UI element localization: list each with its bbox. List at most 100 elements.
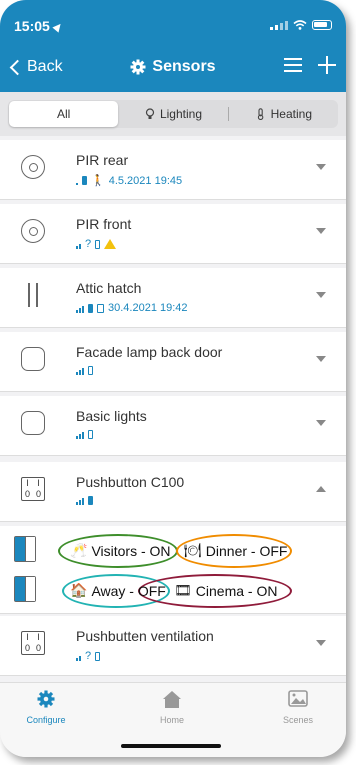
- switch-module-icon: [21, 347, 45, 371]
- sensor-row-pir-rear[interactable]: PIR rear 🚶 4.5.2021 19:45: [0, 140, 346, 200]
- status-icons: [270, 20, 332, 30]
- chevron-down-icon[interactable]: [316, 164, 326, 170]
- filter-bar: All Lighting Heating: [0, 92, 346, 136]
- segment-all-label: All: [56, 107, 71, 121]
- action-away[interactable]: 🏠 Away - OFF: [70, 582, 166, 599]
- add-icon[interactable]: [318, 56, 336, 74]
- switch-module-icon: [21, 411, 45, 435]
- gear-icon: [37, 690, 55, 708]
- menu-icon[interactable]: [284, 58, 302, 72]
- phone-screen: 15:05 Back Sensors All Lighting Heating …: [0, 0, 346, 757]
- battery-icon: [88, 496, 93, 505]
- signal-icon: [76, 366, 84, 375]
- battery-icon: [82, 176, 87, 185]
- pushbutton-icon: II 00: [21, 477, 45, 501]
- tab-scenes[interactable]: Scenes: [258, 689, 338, 725]
- sensor-name: Attic hatch: [76, 280, 142, 296]
- last-activity: 30.4.2021 19:42: [108, 302, 188, 314]
- person-icon: 🚶: [91, 175, 105, 187]
- header-actions: [284, 56, 336, 74]
- action-row-top: 🥂 Visitors - ON 🍽 Dinner - OFF: [0, 528, 346, 568]
- signal-icon: [76, 652, 81, 661]
- sensor-row-pushbutten-ventilation[interactable]: II 00 Pushbutten ventilation ?: [0, 616, 346, 676]
- sensor-name: PIR rear: [76, 152, 129, 168]
- home-indicator: [121, 744, 221, 748]
- tab-label: Home: [159, 715, 184, 725]
- battery-unknown-icon: [95, 651, 101, 661]
- sensor-row-facade-lamp[interactable]: Facade lamp back door: [0, 332, 346, 392]
- segment-heating-label: Heating: [270, 107, 312, 121]
- sensor-name: PIR front: [76, 216, 132, 232]
- chevron-down-icon[interactable]: [316, 292, 326, 298]
- battery-icon: [88, 303, 93, 313]
- action-label: Dinner - OFF: [205, 542, 288, 559]
- action-label: Visitors - ON: [91, 542, 171, 559]
- sensor-meta: [76, 366, 93, 375]
- pushbutton-actions: 🥂 Visitors - ON 🍽 Dinner - OFF 🏠 Away - …: [0, 526, 346, 614]
- action-dinner[interactable]: 🍽 Dinner - OFF: [184, 542, 287, 559]
- battery-unknown-icon: [95, 239, 101, 249]
- segment-heating[interactable]: Heating: [229, 101, 338, 127]
- pushbutton-icon: II 00: [21, 631, 45, 655]
- clock: 15:05: [14, 18, 50, 34]
- chevron-down-icon[interactable]: [316, 356, 326, 362]
- segmented-control: All Lighting Heating: [8, 100, 338, 128]
- tab-configure[interactable]: Configure: [6, 689, 86, 725]
- tab-home[interactable]: Home: [132, 689, 212, 725]
- action-cinema[interactable]: 🎞 Cinema - ON: [174, 582, 277, 599]
- home-icon: [163, 691, 181, 708]
- battery-unknown-icon: [88, 430, 93, 439]
- house-icon: 🏠: [70, 582, 88, 598]
- signal-icon: [76, 496, 84, 505]
- wifi-icon: [293, 20, 307, 30]
- segment-all[interactable]: All: [9, 101, 119, 127]
- window-icon: [97, 303, 104, 313]
- title-text: Sensors: [152, 58, 216, 75]
- action-label: Away - OFF: [91, 582, 166, 599]
- sensor-meta: [76, 430, 93, 439]
- sensor-name: Basic lights: [76, 408, 147, 424]
- sensor-name: Pushbutten ventilation: [76, 628, 214, 644]
- signal-unknown: ?: [85, 238, 92, 250]
- location-arrow-icon: [52, 21, 64, 33]
- action-label: Cinema - ON: [195, 582, 278, 599]
- cellular-signal-icon: [270, 20, 288, 30]
- chevron-down-icon[interactable]: [316, 640, 326, 646]
- sensor-row-attic-hatch[interactable]: Attic hatch 30.4.2021 19:42: [0, 268, 346, 328]
- dinner-icon: 🍽: [184, 542, 202, 558]
- chevron-down-icon[interactable]: [316, 228, 326, 234]
- last-activity: 4.5.2021 19:45: [108, 174, 183, 187]
- sensor-meta: ?: [76, 650, 101, 662]
- door-contact-icon: [28, 283, 38, 307]
- status-time: 15:05: [14, 18, 64, 34]
- sensor-meta: [76, 496, 93, 505]
- navigation-header: 15:05 Back Sensors: [0, 0, 346, 92]
- action-row-bottom: 🏠 Away - OFF 🎞 Cinema - ON: [0, 570, 346, 610]
- warning-icon: [104, 239, 117, 249]
- segment-lighting[interactable]: Lighting: [118, 101, 227, 127]
- tab-label: Scenes: [282, 715, 314, 725]
- bulb-icon: [145, 108, 155, 119]
- action-visitors[interactable]: 🥂 Visitors - ON: [70, 542, 171, 559]
- sensor-row-basic-lights[interactable]: Basic lights: [0, 396, 346, 456]
- sensor-row-pir-front[interactable]: PIR front ?: [0, 204, 346, 264]
- chevron-up-icon[interactable]: [316, 486, 326, 492]
- chevron-down-icon[interactable]: [316, 420, 326, 426]
- signal-icon: [76, 240, 81, 249]
- battery-icon: [312, 20, 332, 30]
- cheers-icon: 🥂: [70, 542, 88, 558]
- battery-unknown-icon: [88, 366, 93, 375]
- button-pair-icon: [14, 576, 36, 602]
- motion-sensor-icon: [21, 155, 45, 179]
- thermometer-icon: [257, 108, 263, 120]
- motion-sensor-icon: [21, 219, 45, 243]
- signal-icon: [76, 176, 78, 185]
- signal-unknown: ?: [85, 650, 92, 662]
- signal-icon: [76, 304, 84, 313]
- scenes-icon: [288, 690, 308, 707]
- sensor-meta: 30.4.2021 19:42: [76, 302, 188, 314]
- sensor-row-pushbutton-c100[interactable]: II 00 Pushbutton C100: [0, 462, 346, 522]
- signal-icon: [76, 430, 84, 439]
- sensor-meta: ?: [76, 238, 117, 250]
- sensor-name: Facade lamp back door: [76, 344, 223, 360]
